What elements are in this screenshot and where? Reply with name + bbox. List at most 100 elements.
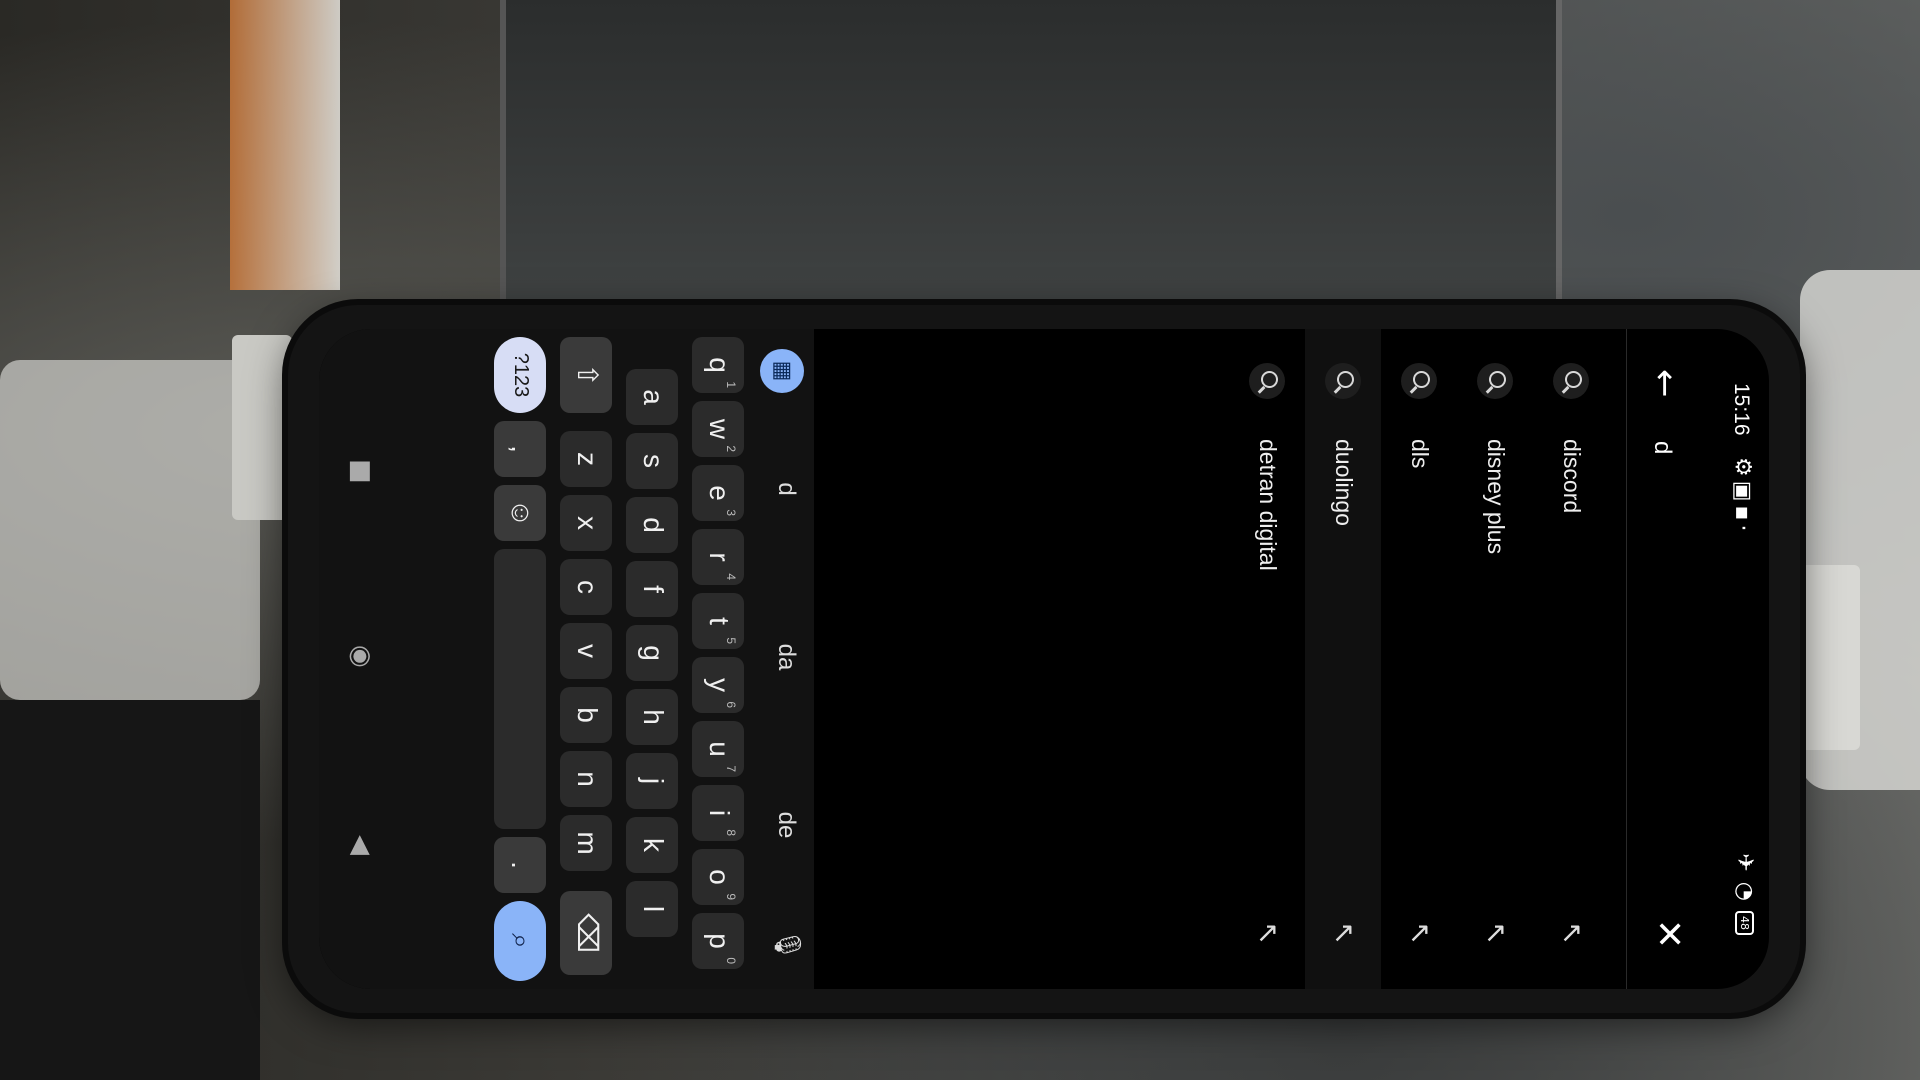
key-label: y bbox=[704, 678, 735, 692]
key-d[interactable]: d bbox=[626, 497, 678, 553]
key-label: t bbox=[704, 617, 735, 625]
key-label: i bbox=[704, 809, 735, 817]
status-time: 15:16 bbox=[1730, 383, 1753, 436]
key-hint: 1 bbox=[724, 381, 738, 388]
search-icon bbox=[1553, 363, 1589, 399]
key-hint: 7 bbox=[724, 765, 738, 772]
key-u[interactable]: u7 bbox=[692, 721, 744, 777]
suggestion-text: detran digital bbox=[1255, 439, 1281, 571]
suggestion-item[interactable]: disney plus ↖ bbox=[1457, 329, 1533, 989]
key-r[interactable]: r4 bbox=[692, 529, 744, 585]
shift-key[interactable]: ⇧ bbox=[560, 337, 612, 413]
background-shelf bbox=[500, 0, 1562, 300]
search-key[interactable]: ⌕ bbox=[494, 901, 546, 981]
phone-screen: 15:16 ⚙▣▪· ✈ ◔ 48 ← ✕ discord ↖ disn bbox=[319, 329, 1769, 989]
suggestion-text: duolingo bbox=[1331, 439, 1357, 526]
keyboard-row-4: ?123 , ☺ . ⌕ bbox=[490, 329, 546, 989]
emoji-key[interactable]: ☺ bbox=[494, 485, 546, 541]
key-h[interactable]: h bbox=[626, 689, 678, 745]
notification-icon: ▪ bbox=[1730, 505, 1755, 525]
keyboard-suggestion[interactable]: d bbox=[772, 429, 800, 549]
key-z[interactable]: z bbox=[560, 431, 612, 487]
key-f[interactable]: f bbox=[626, 561, 678, 617]
space-key[interactable] bbox=[494, 549, 546, 829]
search-bar: ← ✕ bbox=[1626, 329, 1699, 989]
key-v[interactable]: v bbox=[560, 623, 612, 679]
key-hint: 6 bbox=[724, 701, 738, 708]
apps-grid-icon[interactable]: ▦ bbox=[760, 349, 804, 393]
background-object bbox=[0, 700, 260, 1080]
microphone-icon[interactable]: 🎙 bbox=[772, 928, 802, 961]
key-l[interactable]: l bbox=[626, 881, 678, 937]
phone: 15:16 ⚙▣▪· ✈ ◔ 48 ← ✕ discord ↖ disn bbox=[288, 305, 1800, 1013]
fill-query-icon[interactable]: ↖ bbox=[1480, 922, 1513, 945]
key-label: e bbox=[704, 485, 735, 501]
key-p[interactable]: p0 bbox=[692, 913, 744, 969]
key-q[interactable]: q1 bbox=[692, 337, 744, 393]
suggestion-item[interactable]: discord ↖ bbox=[1533, 329, 1609, 989]
key-b[interactable]: b bbox=[560, 687, 612, 743]
keyboard-suggestion[interactable]: da bbox=[772, 597, 800, 717]
back-icon[interactable]: ◀ bbox=[346, 835, 376, 855]
status-icons: ⚙▣▪· bbox=[1730, 457, 1755, 535]
search-input[interactable] bbox=[1639, 439, 1685, 843]
key-hint: 4 bbox=[724, 573, 738, 580]
key-j[interactable]: j bbox=[626, 753, 678, 809]
suggestion-item[interactable]: detran digital ↖ bbox=[1229, 329, 1305, 989]
key-hint: 3 bbox=[724, 509, 738, 516]
key-n[interactable]: n bbox=[560, 751, 612, 807]
key-s[interactable]: s bbox=[626, 433, 678, 489]
suggestion-list: discord ↖ disney plus ↖ dls ↖ duolingo ↖… bbox=[1229, 329, 1609, 989]
key-hint: 8 bbox=[724, 829, 738, 836]
keyboard-row-2: a s d f g h j k l bbox=[622, 329, 678, 989]
close-icon[interactable]: ✕ bbox=[1648, 919, 1689, 949]
fill-query-icon[interactable]: ↖ bbox=[1328, 922, 1361, 945]
fill-query-icon[interactable]: ↖ bbox=[1556, 922, 1589, 945]
key-i[interactable]: i8 bbox=[692, 785, 744, 841]
suggestion-item[interactable]: dls ↖ bbox=[1381, 329, 1457, 989]
key-label: p bbox=[704, 933, 735, 949]
suggestion-text: disney plus bbox=[1483, 439, 1509, 555]
suggestion-text: dls bbox=[1407, 439, 1433, 469]
background-object bbox=[0, 360, 260, 700]
key-hint: 9 bbox=[724, 893, 738, 900]
key-label: w bbox=[704, 418, 735, 440]
back-arrow-icon[interactable]: ← bbox=[1645, 369, 1685, 398]
backspace-key[interactable]: ⌫ bbox=[560, 891, 612, 975]
key-label: q bbox=[704, 357, 735, 373]
suggestion-item[interactable]: duolingo ↖ bbox=[1305, 329, 1381, 989]
key-o[interactable]: o9 bbox=[692, 849, 744, 905]
key-m[interactable]: m bbox=[560, 815, 612, 871]
emoji-icon: ☺ bbox=[506, 498, 537, 528]
key-x[interactable]: x bbox=[560, 495, 612, 551]
navigation-bar: ■ ◉ ◀ bbox=[324, 329, 394, 989]
keyboard-row-3: ⇧ z x c v b n m ⌫ bbox=[556, 329, 612, 989]
key-k[interactable]: k bbox=[626, 817, 678, 873]
key-hint: 5 bbox=[724, 637, 738, 644]
search-icon bbox=[1477, 363, 1513, 399]
recents-icon[interactable]: ■ bbox=[346, 459, 376, 484]
key-a[interactable]: a bbox=[626, 369, 678, 425]
fill-query-icon[interactable]: ↖ bbox=[1404, 922, 1437, 945]
keyboard-row-1: q1 w2 e3 r4 t5 y6 u7 i8 o9 p0 bbox=[688, 329, 744, 989]
key-y[interactable]: y6 bbox=[692, 657, 744, 713]
fill-query-icon[interactable]: ↖ bbox=[1252, 922, 1285, 945]
comma-key[interactable]: , bbox=[494, 421, 546, 477]
key-label: o bbox=[704, 869, 735, 885]
background-object bbox=[1800, 270, 1920, 790]
key-w[interactable]: w2 bbox=[692, 401, 744, 457]
symbols-key[interactable]: ?123 bbox=[494, 337, 546, 413]
background-object bbox=[230, 0, 340, 290]
key-e[interactable]: e3 bbox=[692, 465, 744, 521]
gear-icon: ⚙ bbox=[1730, 457, 1755, 481]
key-t[interactable]: t5 bbox=[692, 593, 744, 649]
keyboard-suggestion[interactable]: de bbox=[772, 765, 800, 885]
key-g[interactable]: g bbox=[626, 625, 678, 681]
period-key[interactable]: . bbox=[494, 837, 546, 893]
home-icon[interactable]: ◉ bbox=[346, 645, 376, 668]
search-icon bbox=[1401, 363, 1437, 399]
key-c[interactable]: c bbox=[560, 559, 612, 615]
airplane-icon: ✈ bbox=[1732, 853, 1757, 872]
suggestion-text: discord bbox=[1559, 439, 1585, 514]
keyboard: ▦ d da de 🎙 q1 w2 e3 r4 t5 y6 u7 i8 o9 p… bbox=[319, 329, 814, 989]
